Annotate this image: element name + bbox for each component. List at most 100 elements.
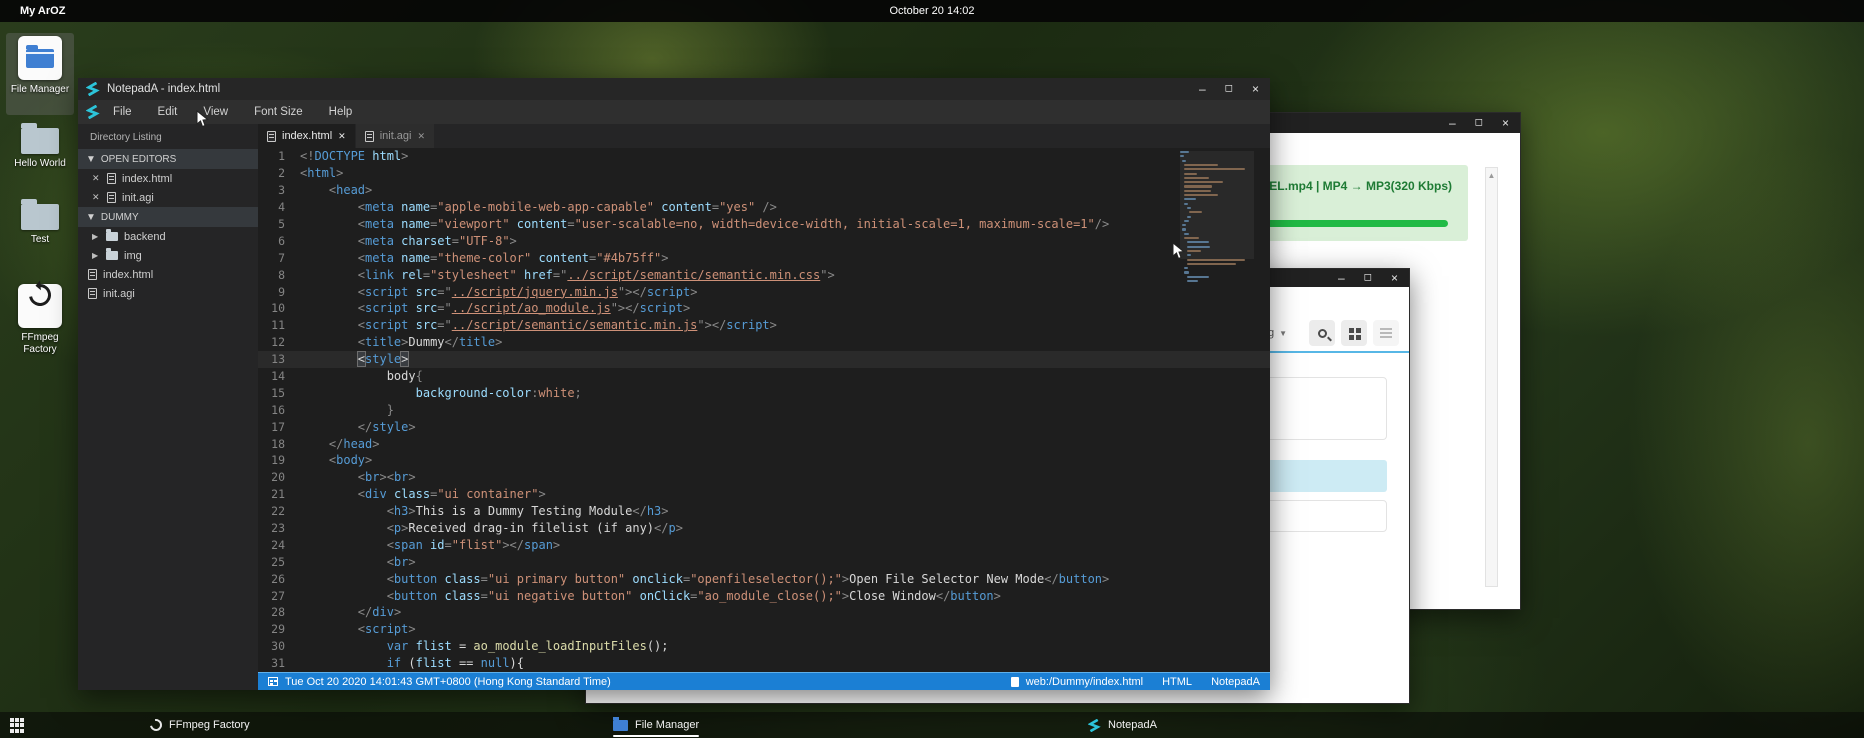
- code-line[interactable]: 4 <meta name="apple-mobile-web-app-capab…: [258, 199, 1270, 216]
- file-name: index.html: [122, 173, 172, 185]
- tree-file-item[interactable]: index.html: [78, 265, 258, 284]
- desktop-icon-ffmpeg-factory[interactable]: FFmpeg Factory: [8, 274, 72, 356]
- open-editor-item[interactable]: ✕ index.html: [78, 169, 258, 188]
- code-line[interactable]: 28 </div>: [258, 604, 1270, 621]
- line-number: 28: [258, 605, 300, 619]
- code-line[interactable]: 24 <span id="flist"></span>: [258, 536, 1270, 553]
- code-editor[interactable]: 1<!DOCTYPE html>2<html>3 <head>4 <meta n…: [258, 148, 1270, 672]
- file-icon: [107, 173, 116, 184]
- menu-file[interactable]: File: [100, 100, 145, 124]
- code-line[interactable]: 2<html>: [258, 165, 1270, 182]
- line-number: 20: [258, 470, 300, 484]
- tree-folder-item[interactable]: ▶ backend: [78, 227, 258, 246]
- close-icon[interactable]: ✕: [92, 173, 101, 184]
- code-line[interactable]: 30 var flist = ao_module_loadInputFiles(…: [258, 638, 1270, 655]
- code-line[interactable]: 26 <button class="ui primary button" onc…: [258, 570, 1270, 587]
- close-icon[interactable]: ✕: [92, 192, 101, 203]
- minimap[interactable]: [1180, 151, 1254, 301]
- code-line[interactable]: 13 <style>: [258, 351, 1270, 368]
- tree-file-item[interactable]: init.agi: [78, 284, 258, 303]
- scroll-up-arrow-icon[interactable]: ▲: [1486, 168, 1497, 180]
- close-button[interactable]: ×: [1252, 83, 1259, 95]
- close-icon[interactable]: ✕: [338, 131, 346, 142]
- menu-edit[interactable]: Edit: [145, 100, 191, 124]
- code-line[interactable]: 31 if (flist == null){: [258, 655, 1270, 672]
- ffmpeg-scrollbar[interactable]: ▲: [1485, 167, 1498, 587]
- blue-folder-icon: [613, 720, 628, 731]
- maximize-button[interactable]: ◻: [1225, 83, 1233, 95]
- code-line[interactable]: 14 body{: [258, 368, 1270, 385]
- notepada-window[interactable]: NotepadA - index.html – ◻ × File Edit Vi…: [78, 78, 1270, 690]
- line-number: 31: [258, 656, 300, 670]
- grid-view-button[interactable]: [1341, 320, 1367, 346]
- folder-icon: [106, 232, 118, 241]
- desktop-icon-hello-world[interactable]: Hello World: [8, 122, 72, 170]
- minimize-button[interactable]: –: [1199, 83, 1206, 95]
- code-line[interactable]: 3 <head>: [258, 182, 1270, 199]
- code-line[interactable]: 7 <meta name="theme-color" content="#4b7…: [258, 249, 1270, 266]
- document-icon: [1011, 677, 1019, 687]
- status-appname: NotepadA: [1211, 676, 1260, 688]
- open-editors-section[interactable]: ▼ OPEN EDITORS: [78, 149, 258, 169]
- editor-tabbar: index.html ✕ init.agi ✕: [258, 124, 1270, 148]
- window-controls: – ◻ ×: [1449, 117, 1520, 129]
- code-line[interactable]: 10 <script src="../script/ao_module.js">…: [258, 300, 1270, 317]
- code-line[interactable]: 25 <br>: [258, 553, 1270, 570]
- code-line[interactable]: 8 <link rel="stylesheet" href="../script…: [258, 266, 1270, 283]
- code-line[interactable]: 19 <body>: [258, 452, 1270, 469]
- taskbar-item-file-manager[interactable]: File Manager: [605, 712, 707, 738]
- folder-icon: [21, 204, 59, 230]
- close-button[interactable]: ×: [1502, 117, 1509, 129]
- search-icon: [1318, 329, 1327, 338]
- open-editor-item[interactable]: ✕ init.agi: [78, 188, 258, 207]
- cycle-arrows-icon: [25, 280, 56, 311]
- code-line[interactable]: 23 <p>Received drag-in filelist (if any)…: [258, 520, 1270, 537]
- minimize-button[interactable]: –: [1338, 272, 1345, 284]
- code-line[interactable]: 12 <title>Dummy</title>: [258, 334, 1270, 351]
- menu-font-size[interactable]: Font Size: [241, 100, 316, 124]
- directory-sidebar: Directory Listing ▼ OPEN EDITORS ✕ index…: [78, 124, 258, 690]
- menu-help[interactable]: Help: [316, 100, 366, 124]
- desktop-icon-label: Test: [8, 234, 72, 246]
- search-button[interactable]: [1309, 320, 1335, 346]
- code-line[interactable]: 27 <button class="ui negative button" on…: [258, 587, 1270, 604]
- tab-index-html[interactable]: index.html ✕: [258, 124, 355, 148]
- code-line[interactable]: 11 <script src="../script/semantic/seman…: [258, 317, 1270, 334]
- close-icon[interactable]: ✕: [417, 131, 425, 142]
- close-button[interactable]: ×: [1391, 272, 1398, 284]
- minimize-button[interactable]: –: [1449, 117, 1456, 129]
- code-line[interactable]: 15 background-color:white;: [258, 384, 1270, 401]
- desktop[interactable]: File Manager Hello World Test FFmpeg Fac…: [0, 0, 1864, 738]
- line-number: 21: [258, 487, 300, 501]
- maximize-button[interactable]: ◻: [1475, 117, 1483, 129]
- chevron-down-icon: ▼: [1279, 329, 1287, 338]
- code-line[interactable]: 16 }: [258, 401, 1270, 418]
- maximize-button[interactable]: ◻: [1364, 272, 1372, 284]
- code-line[interactable]: 9 <script src="../script/jquery.min.js">…: [258, 283, 1270, 300]
- start-menu-button[interactable]: [10, 718, 25, 733]
- tree-folder-item[interactable]: ▶ img: [78, 246, 258, 265]
- line-number: 7: [258, 251, 300, 265]
- file-icon: [267, 131, 276, 142]
- code-line[interactable]: 17 </style>: [258, 418, 1270, 435]
- code-line[interactable]: 5 <meta name="viewport" content="user-sc…: [258, 216, 1270, 233]
- code-line[interactable]: 22 <h3>This is a Dummy Testing Module</h…: [258, 503, 1270, 520]
- tab-init-agi[interactable]: init.agi ✕: [356, 124, 434, 148]
- code-line[interactable]: 6 <meta charset="UTF-8">: [258, 232, 1270, 249]
- taskbar-item-notepada[interactable]: NotepadA: [1080, 712, 1165, 738]
- desktop-icon-test[interactable]: Test: [8, 198, 72, 246]
- desktop-icon-file-manager[interactable]: File Manager: [8, 36, 72, 96]
- code-line[interactable]: 1<!DOCTYPE html>: [258, 148, 1270, 165]
- notepada-logo-icon: [86, 82, 100, 96]
- line-number: 10: [258, 301, 300, 315]
- notepada-titlebar[interactable]: NotepadA - index.html – ◻ ×: [78, 78, 1270, 100]
- project-section[interactable]: ▼ DUMMY: [78, 207, 258, 227]
- code-line[interactable]: 21 <div class="ui container">: [258, 486, 1270, 503]
- line-number: 22: [258, 504, 300, 518]
- taskbar-item-ffmpeg-factory[interactable]: FFmpeg Factory: [142, 712, 258, 738]
- status-datetime: Tue Oct 20 2020 14:01:43 GMT+0800 (Hong …: [285, 676, 611, 688]
- code-line[interactable]: 20 <br><br>: [258, 469, 1270, 486]
- code-line[interactable]: 18 </head>: [258, 435, 1270, 452]
- list-view-button[interactable]: [1373, 320, 1399, 346]
- code-line[interactable]: 29 <script>: [258, 621, 1270, 638]
